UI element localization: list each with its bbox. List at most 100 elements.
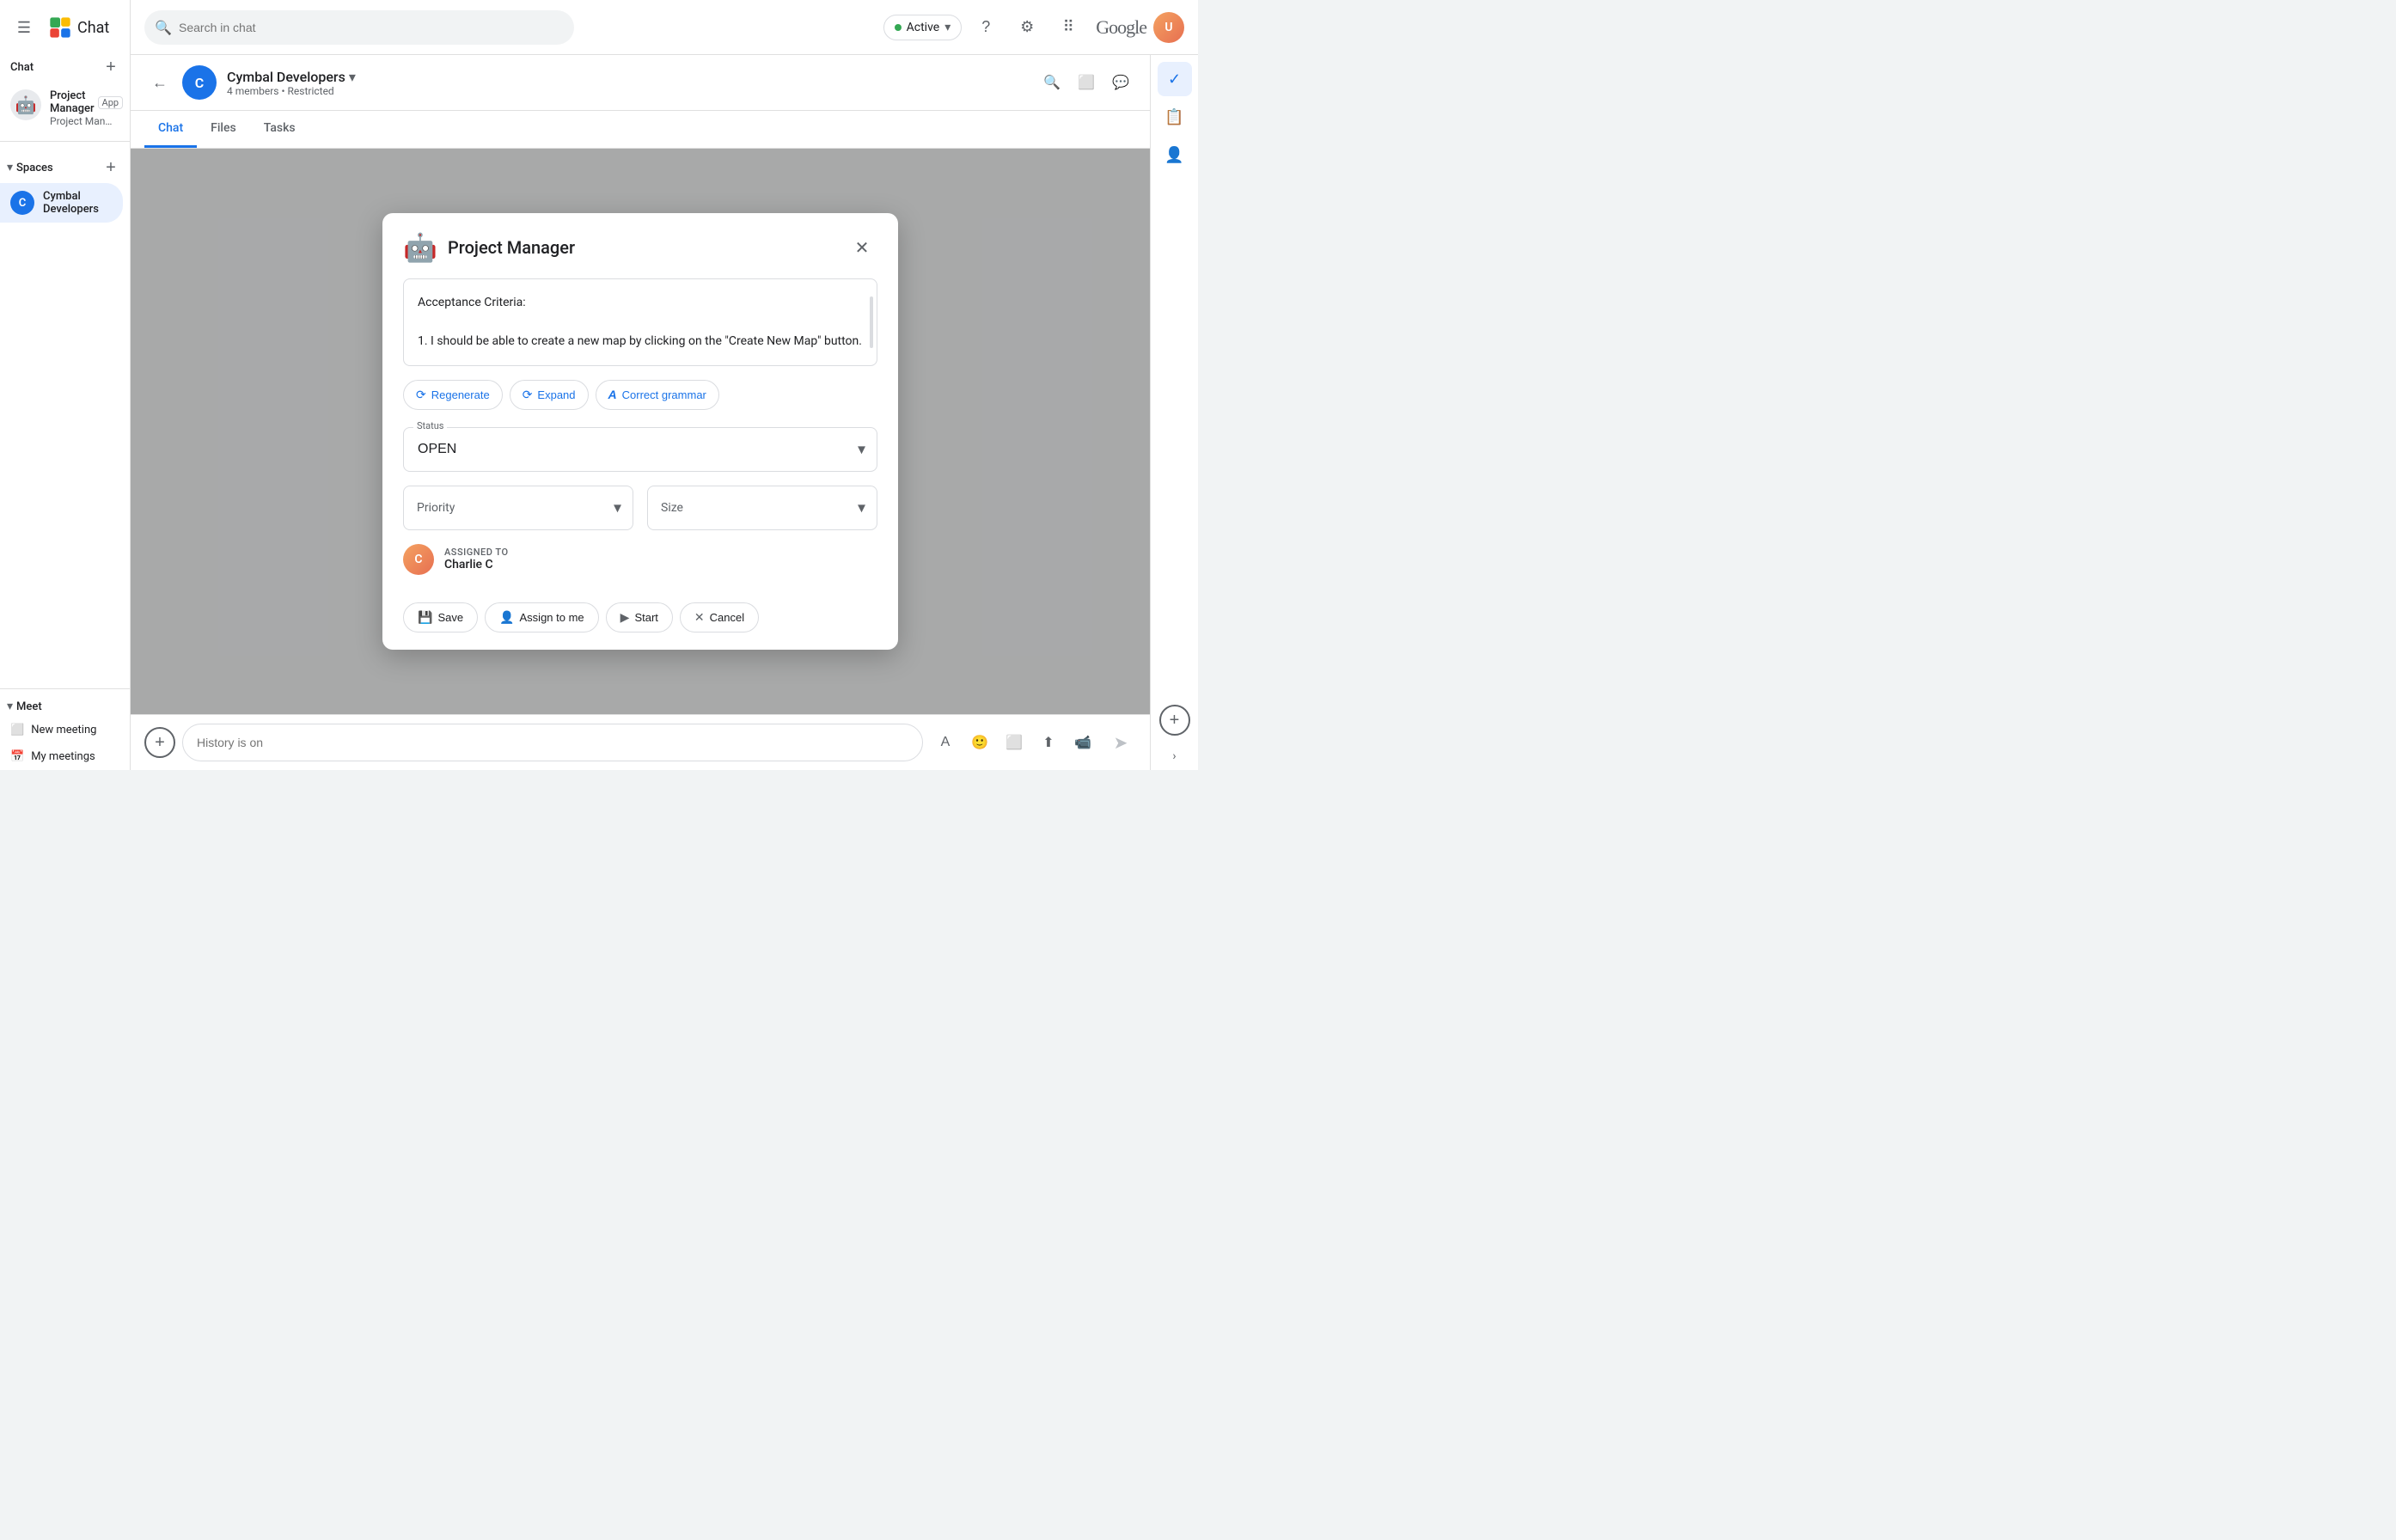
sidebar-item-my-meetings[interactable]: 📅 My meetings xyxy=(0,743,123,770)
message-input[interactable] xyxy=(182,724,923,761)
chat-section-label: Chat xyxy=(10,61,34,74)
modal-body: Acceptance Criteria: 1. I should be able… xyxy=(382,278,898,595)
right-panel-task-icon-button[interactable]: ✓ xyxy=(1158,62,1192,96)
add-chat-button[interactable]: + xyxy=(99,55,123,79)
message-add-button[interactable]: + xyxy=(144,727,175,758)
project-manager-avatar: 🤖 xyxy=(10,89,41,120)
pm-description: Project Manager: Sent an attachment xyxy=(50,115,113,127)
pm-label: Project Manager xyxy=(50,89,95,115)
size-select[interactable]: Small Medium Large xyxy=(647,486,877,530)
send-button[interactable]: ➤ xyxy=(1105,727,1136,758)
modal-content-text: Acceptance Criteria: 1. I should be able… xyxy=(418,293,863,351)
video-button[interactable]: 📹 xyxy=(1067,727,1098,758)
app-layout: ☰ Chat Chat + 🤖 xyxy=(0,0,1198,770)
start-icon: ▶ xyxy=(620,610,630,625)
right-panel-chevron-icon: › xyxy=(1172,749,1176,763)
status-chevron-icon: ▾ xyxy=(944,21,950,34)
modal-overlay: 🤖 Project Manager ✕ Acceptance Criteria:… xyxy=(131,149,1150,714)
channel-chat-button[interactable]: 💬 xyxy=(1105,67,1136,98)
correct-grammar-icon: A xyxy=(608,388,617,401)
new-meeting-icon: ⬜ xyxy=(10,724,24,736)
start-button[interactable]: ▶ Start xyxy=(606,602,673,632)
save-label: Save xyxy=(437,611,463,624)
meet-label: Meet xyxy=(16,700,42,713)
tab-tasks[interactable]: Tasks xyxy=(250,111,309,148)
status-field-label: Status xyxy=(413,420,447,431)
expand-icon: ⟳ xyxy=(523,388,533,402)
modal-content-area[interactable]: Acceptance Criteria: 1. I should be able… xyxy=(403,278,877,365)
apps-button[interactable]: ⠿ xyxy=(1051,10,1085,45)
attachment-button[interactable]: ⬜ xyxy=(999,727,1030,758)
sidebar-item-cymbal-developers[interactable]: C Cymbal Developers xyxy=(0,183,123,223)
cancel-button[interactable]: ✕ Cancel xyxy=(680,602,759,632)
sidebar-item-project-manager[interactable]: 🤖 Project Manager App Project Manager: S… xyxy=(0,82,123,134)
assign-icon: 👤 xyxy=(499,610,514,625)
assigned-avatar: C xyxy=(403,544,434,575)
assign-label: Assign to me xyxy=(520,611,584,624)
channel-search-button[interactable]: 🔍 xyxy=(1036,67,1067,98)
upload-button[interactable]: ⬆ xyxy=(1033,727,1064,758)
start-label: Start xyxy=(634,611,657,624)
modal-bot-icon: 🤖 xyxy=(403,230,437,265)
google-logo: Google xyxy=(1096,16,1146,39)
hamburger-icon: ☰ xyxy=(17,19,31,37)
modal-dialog: 🤖 Project Manager ✕ Acceptance Criteria:… xyxy=(382,213,898,649)
tab-chat[interactable]: Chat xyxy=(144,111,197,148)
chat-logo-icon xyxy=(48,15,72,40)
search-icon: 🔍 xyxy=(155,19,172,35)
right-panel-yellow-icon-button[interactable]: 📋 xyxy=(1158,100,1192,134)
assigned-name: Charlie C xyxy=(444,558,509,571)
modal-header: 🤖 Project Manager ✕ xyxy=(382,213,898,278)
help-button[interactable]: ? xyxy=(969,10,1003,45)
format-text-button[interactable]: A xyxy=(930,727,961,758)
regenerate-label: Regenerate xyxy=(431,388,490,401)
status-field-container: Status OPEN IN PROGRESS DONE ▾ xyxy=(403,427,877,472)
left-sidebar: ☰ Chat Chat + 🤖 xyxy=(0,0,131,770)
status-badge[interactable]: Active ▾ xyxy=(883,15,963,40)
spaces-chevron-icon: ▾ xyxy=(7,161,13,174)
expand-button[interactable]: ⟳ Expand xyxy=(510,380,589,410)
modal-close-button[interactable]: ✕ xyxy=(847,232,877,263)
assigned-to-label: ASSIGNED TO xyxy=(444,547,509,558)
correct-grammar-button[interactable]: A Correct grammar xyxy=(596,380,719,410)
user-avatar[interactable]: U xyxy=(1153,12,1184,43)
cancel-icon: ✕ xyxy=(694,610,705,625)
my-meetings-icon: 📅 xyxy=(10,750,24,763)
cancel-label: Cancel xyxy=(710,611,744,624)
my-meetings-label: My meetings xyxy=(31,750,95,763)
meet-chevron-icon: ▾ xyxy=(7,700,13,713)
channel-subtitle: 4 members • Restricted xyxy=(227,85,1036,97)
regenerate-button[interactable]: ⟳ Regenerate xyxy=(403,380,503,410)
right-panel-blue-icon-button[interactable]: 👤 xyxy=(1158,138,1192,172)
save-button[interactable]: 💾 Save xyxy=(403,602,478,632)
search-input[interactable] xyxy=(144,10,574,45)
hamburger-menu-button[interactable]: ☰ xyxy=(7,10,41,45)
save-icon: 💾 xyxy=(418,610,432,625)
pm-app-badge: App xyxy=(98,96,124,109)
add-space-button[interactable]: + xyxy=(99,156,123,180)
active-dot xyxy=(895,24,902,31)
status-label: Active xyxy=(907,21,940,34)
regenerate-icon: ⟳ xyxy=(416,388,426,402)
back-button[interactable]: ← xyxy=(144,67,175,98)
emoji-button[interactable]: 🙂 xyxy=(964,727,995,758)
channel-title: Cymbal Developers xyxy=(227,69,345,85)
priority-select[interactable]: Low Medium High xyxy=(403,486,633,530)
sidebar-item-new-meeting[interactable]: ⬜ New meeting xyxy=(0,717,123,743)
settings-button[interactable]: ⚙ xyxy=(1010,10,1044,45)
cymbal-avatar: C xyxy=(10,191,34,215)
assign-to-me-button[interactable]: 👤 Assign to me xyxy=(485,602,599,632)
status-select[interactable]: OPEN IN PROGRESS DONE xyxy=(403,427,877,472)
cymbal-label: Cymbal Developers xyxy=(43,190,113,216)
new-meeting-label: New meeting xyxy=(31,724,96,736)
app-title: Chat xyxy=(77,19,109,37)
correct-grammar-label: Correct grammar xyxy=(622,388,706,401)
channel-view-button[interactable]: ⬜ xyxy=(1071,67,1102,98)
expand-label: Expand xyxy=(537,388,575,401)
spaces-label: Spaces xyxy=(16,162,53,174)
tab-files[interactable]: Files xyxy=(197,111,250,148)
modal-title: Project Manager xyxy=(448,237,847,258)
channel-avatar: C xyxy=(182,65,217,100)
channel-chevron-icon: ▾ xyxy=(349,69,356,85)
right-panel-add-button[interactable]: + xyxy=(1159,705,1190,736)
